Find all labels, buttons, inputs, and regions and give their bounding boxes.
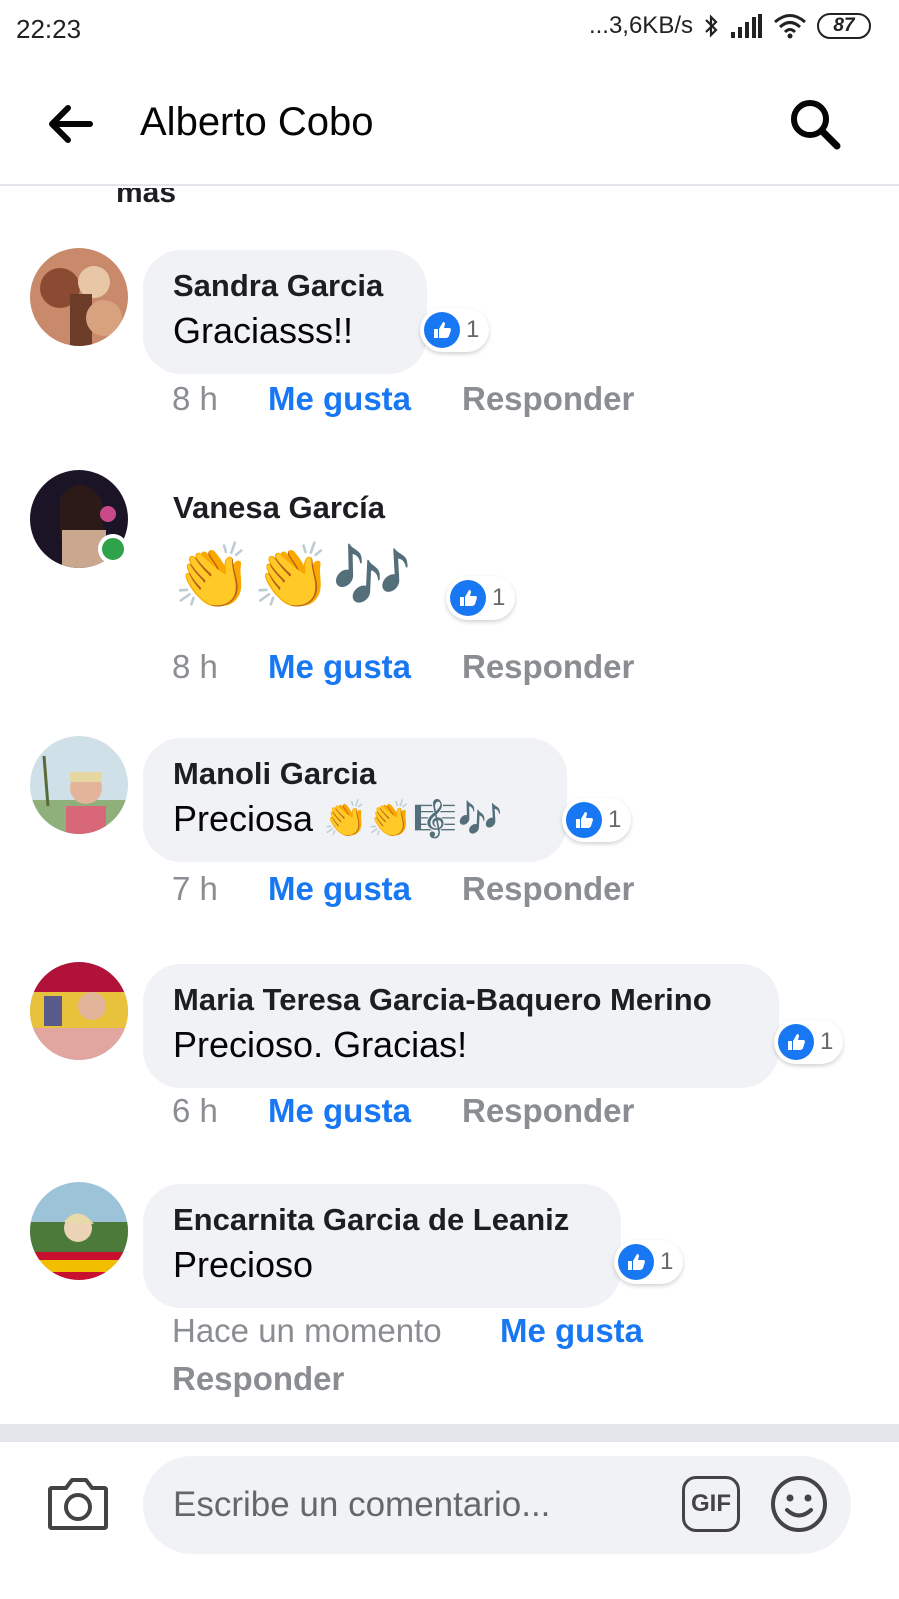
like-reaction-badge[interactable]: 1 [614,1240,684,1284]
battery-indicator: 87 [817,13,871,39]
thumbs-up-icon [566,802,602,838]
wifi-icon [774,14,806,39]
camera-icon[interactable] [46,1474,110,1532]
reply-button[interactable]: Responder [462,1092,634,1130]
comment-timestamp[interactable]: Hace un momento [172,1312,500,1350]
comment-text: Precioso. Gracias! [173,1024,468,1065]
avatar[interactable] [30,1182,128,1280]
comment-actions: 7 h Me gusta Responder [172,870,634,908]
comment-timestamp[interactable]: 6 h [172,1092,268,1130]
like-button[interactable]: Me gusta [500,1312,694,1350]
bluetooth-icon [705,14,718,38]
comment-author[interactable]: Vanesa García [173,490,433,526]
comment-composer: GIF [0,1442,899,1599]
comment-text: Preciosa 👏👏🎼🎶 [173,798,503,839]
footer-divider [0,1424,899,1442]
reply-button[interactable]: Responder [172,1360,344,1398]
avatar[interactable] [30,248,128,346]
truncated-text: mas [116,188,177,209]
gif-label: GIF [691,1490,731,1517]
comment-timestamp[interactable]: 8 h [172,648,268,686]
gif-button[interactable]: GIF [682,1476,740,1532]
reaction-count: 1 [820,1028,834,1055]
battery-level: 87 [833,15,855,36]
thumbs-up-icon [778,1024,814,1060]
comments-list[interactable]: mas Sandra Garcia Graciasss!! 1 8 h Me g… [0,188,899,1424]
comment-bubble[interactable]: Vanesa García 👏👏🎶 [143,472,463,642]
comment-timestamp[interactable]: 8 h [172,380,268,418]
emoji-text: 👏👏🎶 [173,540,413,612]
reply-button[interactable]: Responder [462,380,634,418]
comment-input[interactable] [143,1456,851,1554]
like-button[interactable]: Me gusta [268,380,462,418]
comment-actions: 6 h Me gusta Responder [172,1092,634,1130]
avatar[interactable] [30,736,128,834]
comment-author[interactable]: Sandra Garcia [173,268,397,304]
comment-text: 👏👏🎶 [173,536,433,616]
comment-text: Precioso [173,1244,314,1285]
comment-author[interactable]: Manoli Garcia [173,756,537,792]
comment-author[interactable]: Maria Teresa Garcia-Baquero Merino [173,982,749,1018]
like-button[interactable]: Me gusta [268,1092,462,1130]
emoji-icon[interactable] [770,1475,828,1533]
reaction-count: 1 [660,1248,674,1275]
like-reaction-badge[interactable]: 1 [446,576,516,620]
reaction-count: 1 [608,806,622,833]
online-status-indicator [98,534,128,564]
comment-bubble[interactable]: Sandra Garcia Graciasss!! [143,250,427,374]
like-button[interactable]: Me gusta [268,870,462,908]
signal-icon [731,14,762,38]
comment-bubble[interactable]: Manoli Garcia Preciosa 👏👏🎼🎶 [143,738,567,862]
search-icon[interactable] [787,96,843,152]
avatar[interactable] [30,962,128,1060]
reply-button[interactable]: Responder [462,870,634,908]
status-time: 22:23 [16,14,82,44]
like-reaction-badge[interactable]: 1 [774,1020,844,1064]
like-reaction-badge[interactable]: 1 [562,798,632,842]
thumbs-up-icon [450,580,486,616]
thumbs-up-icon [424,312,460,348]
comment-bubble[interactable]: Encarnita Garcia de Leaniz Precioso [143,1184,621,1308]
page-title: Alberto Cobo [140,100,374,144]
comment-timestamp[interactable]: 7 h [172,870,268,908]
network-speed: ...3,6KB/s [588,12,693,39]
comment-actions: 8 h Me gusta Responder [172,648,634,686]
comment-text: Graciasss!! [173,310,354,351]
comment-actions: 8 h Me gusta Responder [172,380,634,418]
reaction-count: 1 [466,316,480,343]
status-indicators: ...3,6KB/s 87 [589,12,871,40]
top-app-bar: Alberto Cobo [0,62,899,186]
comment-author[interactable]: Encarnita Garcia de Leaniz [173,1202,591,1238]
like-button[interactable]: Me gusta [268,648,462,686]
status-bar: 22:23 ...3,6KB/s 87 [0,0,899,62]
comment-bubble[interactable]: Maria Teresa Garcia-Baquero Merino Preci… [143,964,779,1088]
comment-actions: Hace un momento Me gusta Responder [172,1312,732,1398]
back-arrow-icon[interactable] [46,102,94,146]
reply-button[interactable]: Responder [462,648,634,686]
like-reaction-badge[interactable]: 1 [420,308,490,352]
thumbs-up-icon [618,1244,654,1280]
reaction-count: 1 [492,584,506,611]
